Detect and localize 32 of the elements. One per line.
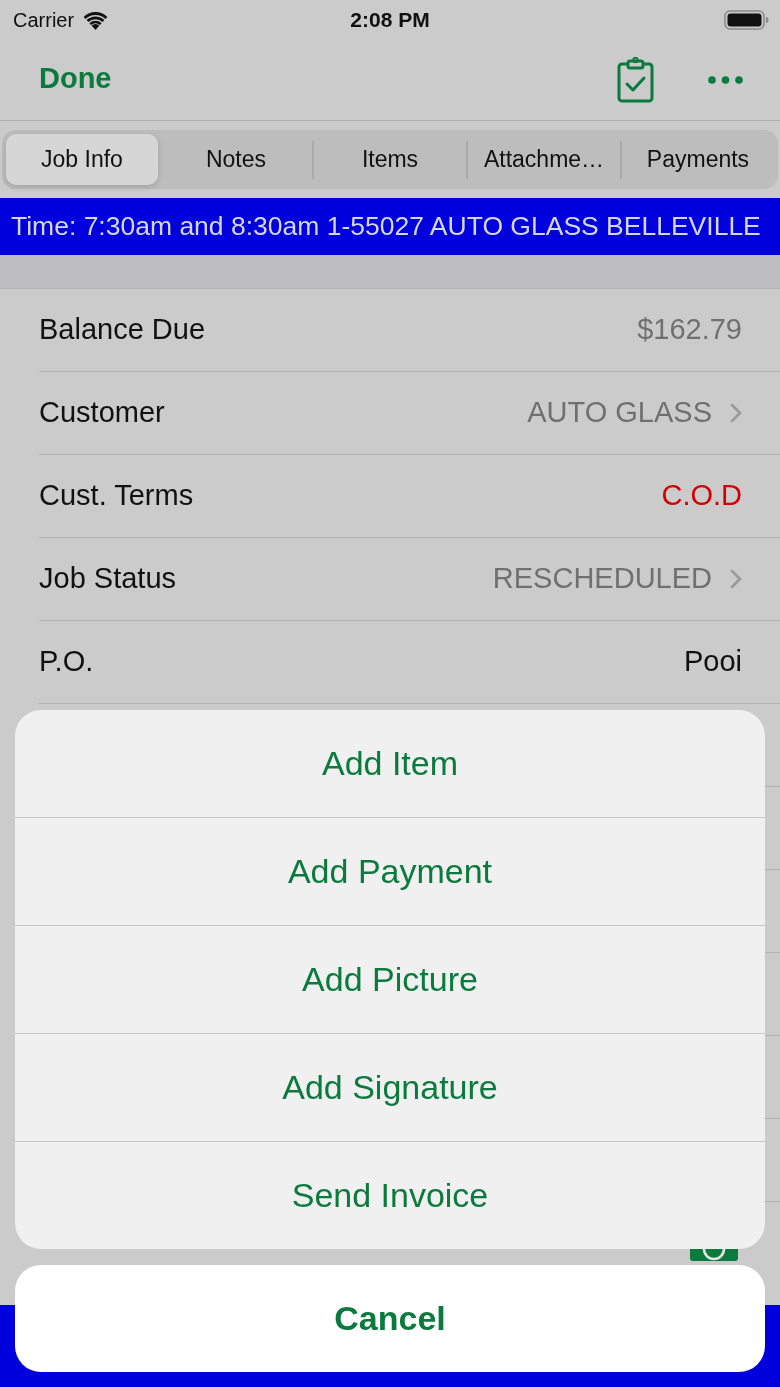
tab[interactable]: Attachme…: [468, 134, 620, 185]
field-value[interactable]: AUTO GLASS: [527, 391, 712, 435]
cancel-button[interactable]: Cancel: [15, 1265, 765, 1372]
job-banner: Time: 7:30am and 8:30am 1-55027 AUTO GLASS BELLEVILLE: [0, 198, 780, 255]
more-icon[interactable]: [708, 76, 743, 84]
chevron-right-icon: [730, 403, 742, 423]
field-value[interactable]: RESCHEDULED: [492, 557, 712, 601]
field-label: Balance Due: [39, 312, 206, 348]
field-label: P.O.: [39, 644, 94, 680]
field-value: C.O.D: [661, 478, 742, 514]
field-value: Pooi: [683, 644, 742, 680]
wifi-icon: [82, 10, 110, 30]
field-label: Job Status: [39, 561, 177, 597]
field-value: $162.79: [637, 312, 742, 348]
tab[interactable]: Items: [314, 134, 466, 185]
field-label: Customer: [39, 395, 165, 431]
action-item[interactable]: Add Signature: [15, 1034, 765, 1141]
action-item[interactable]: Add Picture: [15, 926, 765, 1033]
battery-icon: [724, 10, 769, 30]
tab[interactable]: Payments: [622, 134, 774, 185]
carrier-label: Carrier: [13, 8, 75, 33]
clock-time: 2:08 PM: [350, 7, 430, 34]
tile-icon[interactable]: [690, 1249, 738, 1261]
chevron-right-icon: [730, 569, 742, 589]
clipboard-check-icon[interactable]: [617, 57, 654, 103]
field-label: Cust. Terms: [39, 478, 194, 514]
action-item[interactable]: Add Payment: [15, 818, 765, 925]
tab[interactable]: Notes: [160, 134, 312, 185]
done-button[interactable]: Done: [39, 57, 112, 103]
action-item[interactable]: Add Item: [15, 710, 765, 817]
action-item[interactable]: Send Invoice: [15, 1142, 765, 1249]
tab[interactable]: Job Info: [6, 134, 158, 185]
